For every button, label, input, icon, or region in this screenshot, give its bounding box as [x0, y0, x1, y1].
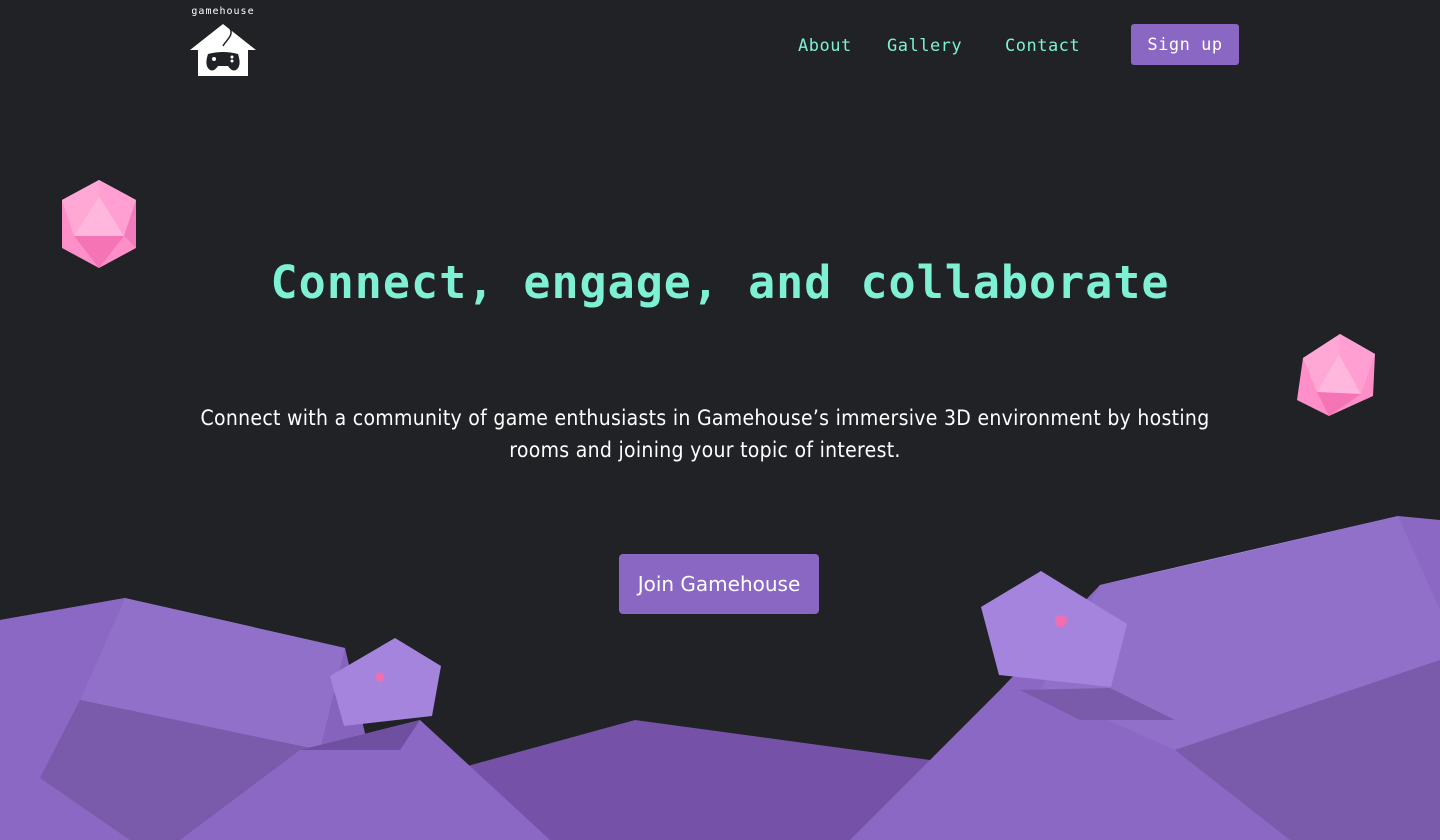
top-navigation: About Gallery Contact Sign up — [0, 24, 1440, 68]
nav-link-about[interactable]: About — [798, 36, 852, 56]
hero-headline: Connect, engage, and collaborate — [270, 256, 1170, 309]
hero-subtitle: Connect with a community of game enthusi… — [200, 406, 1210, 462]
join-gamehouse-button[interactable]: Join Gamehouse — [619, 554, 819, 614]
polygon-creature-left — [330, 638, 441, 726]
sign-up-button[interactable]: Sign up — [1131, 24, 1239, 65]
d20-dice-icon-right — [1297, 334, 1375, 416]
polygon-creature-right — [981, 571, 1127, 687]
nav-link-contact[interactable]: Contact — [1005, 36, 1080, 56]
nav-link-gallery[interactable]: Gallery — [887, 36, 962, 56]
